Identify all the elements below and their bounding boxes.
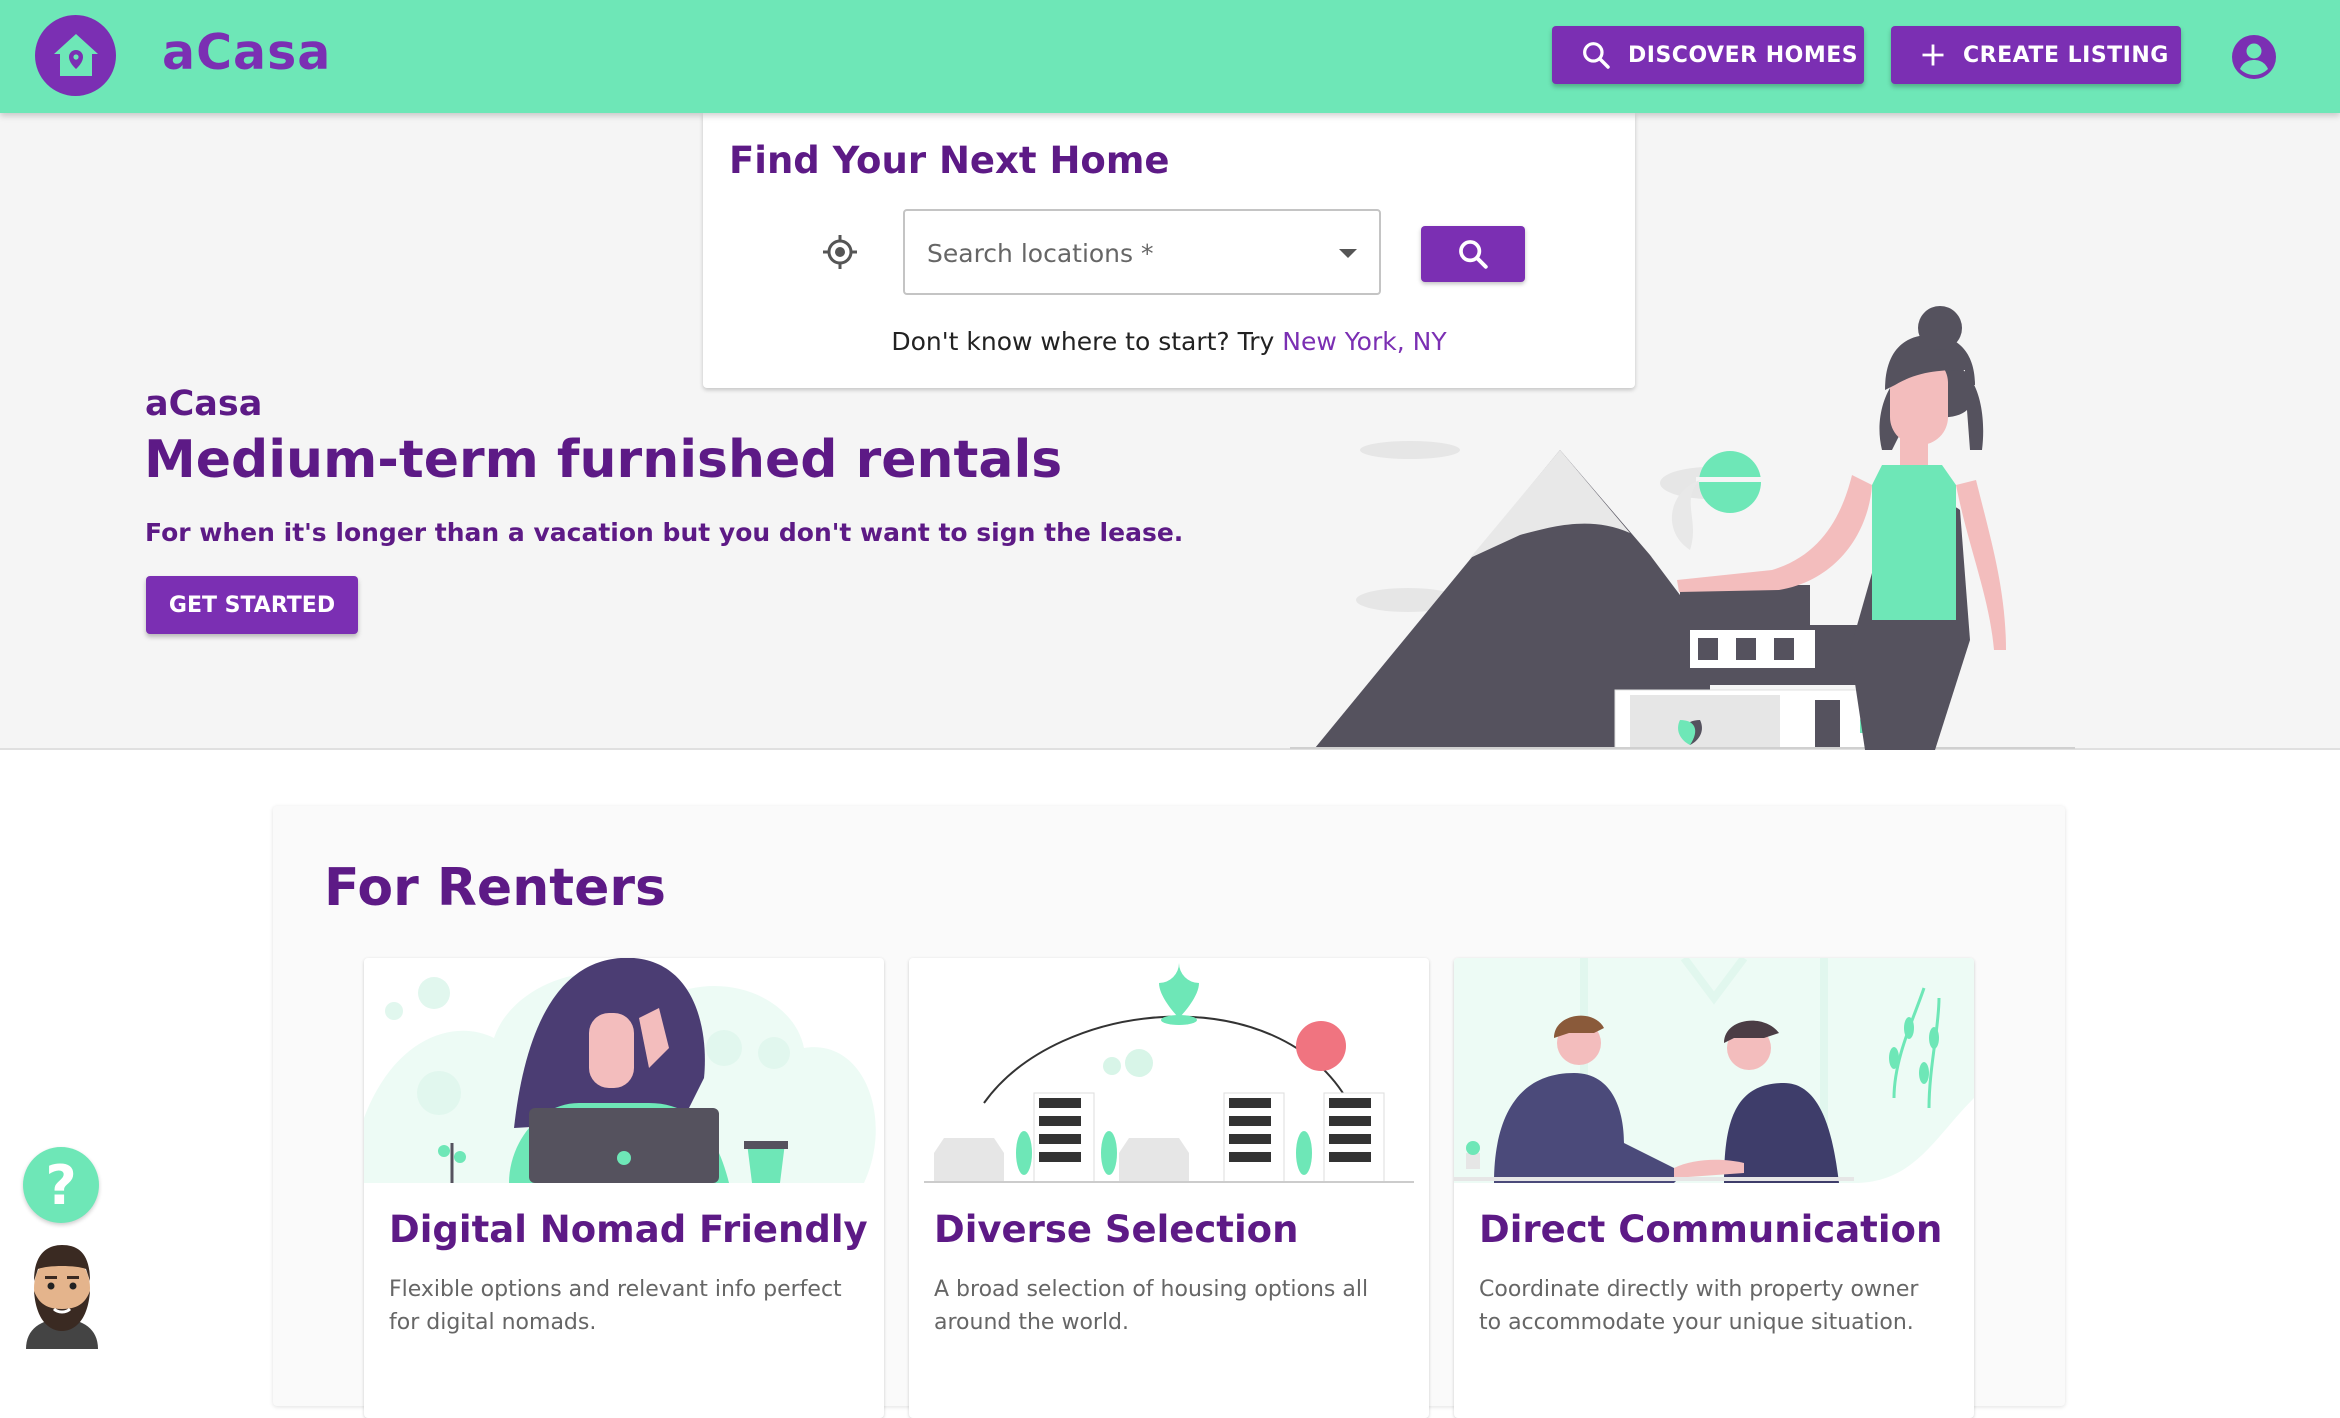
create-listing-label: CREATE LISTING (1963, 42, 2169, 68)
feature-card-diverse-selection[interactable]: Diverse Selection A broad selection of h… (909, 958, 1429, 1418)
discover-homes-button[interactable]: DISCOVER HOMES (1552, 26, 1864, 84)
discover-homes-label: DISCOVER HOMES (1628, 42, 1859, 68)
search-locations-input[interactable]: Search locations * (903, 209, 1381, 295)
hero-title: Medium-term furnished rentals (144, 430, 1063, 490)
direct-communication-illustration (1454, 958, 1974, 1183)
search-hint-text: Don't know where to start? Try (891, 327, 1283, 356)
search-submit-button[interactable] (1421, 226, 1525, 282)
card-description: Flexible options and relevant info perfe… (389, 1277, 842, 1335)
hero-subtitle: For when it's longer than a vacation but… (145, 518, 1184, 547)
card-title: Digital Nomad Friendly (389, 1208, 868, 1251)
help-question-icon: ? (45, 1153, 77, 1217)
for-renters-section: For Renters Digital Nomad Friendly Flexi… (273, 806, 2065, 1418)
find-home-title: Find Your Next Home (729, 139, 1170, 182)
home-logo-icon[interactable] (35, 15, 116, 96)
help-button[interactable]: ? (23, 1147, 99, 1223)
suggested-city-link[interactable]: New York, NY (1282, 327, 1446, 356)
account-icon[interactable] (2230, 33, 2278, 85)
digital-nomad-illustration (364, 958, 876, 1183)
search-hint: Don't know where to start? Try New York,… (703, 327, 1635, 356)
app-bar: aCasa DISCOVER HOMES CREATE LISTING (0, 0, 2340, 113)
dropdown-arrow-icon[interactable] (1339, 249, 1357, 258)
search-locations-placeholder: Search locations * (927, 239, 1154, 268)
brand-name[interactable]: aCasa (162, 24, 331, 81)
create-listing-button[interactable]: CREATE LISTING (1891, 26, 2181, 84)
search-icon (1583, 42, 1610, 69)
search-icon (1459, 240, 1488, 269)
card-title: Direct Communication (1479, 1208, 1943, 1251)
feature-card-direct-communication[interactable]: Direct Communication Coordinate directly… (1454, 958, 1974, 1418)
card-description: A broad selection of housing options all… (934, 1277, 1369, 1335)
hero-brand: aCasa (145, 384, 263, 424)
card-description: Coordinate directly with property owner … (1479, 1277, 1919, 1335)
diverse-selection-illustration (924, 958, 1414, 1184)
plus-icon (1922, 44, 1944, 66)
feature-card-digital-nomad[interactable]: Digital Nomad Friendly Flexible options … (364, 958, 884, 1418)
card-title: Diverse Selection (934, 1208, 1299, 1251)
my-location-icon[interactable] (821, 233, 859, 275)
find-home-card: Find Your Next Home Search locations * D… (703, 113, 1635, 388)
user-avatar[interactable] (22, 1243, 102, 1353)
section-title: For Renters (324, 858, 666, 918)
get-started-button[interactable]: GET STARTED (146, 576, 358, 634)
